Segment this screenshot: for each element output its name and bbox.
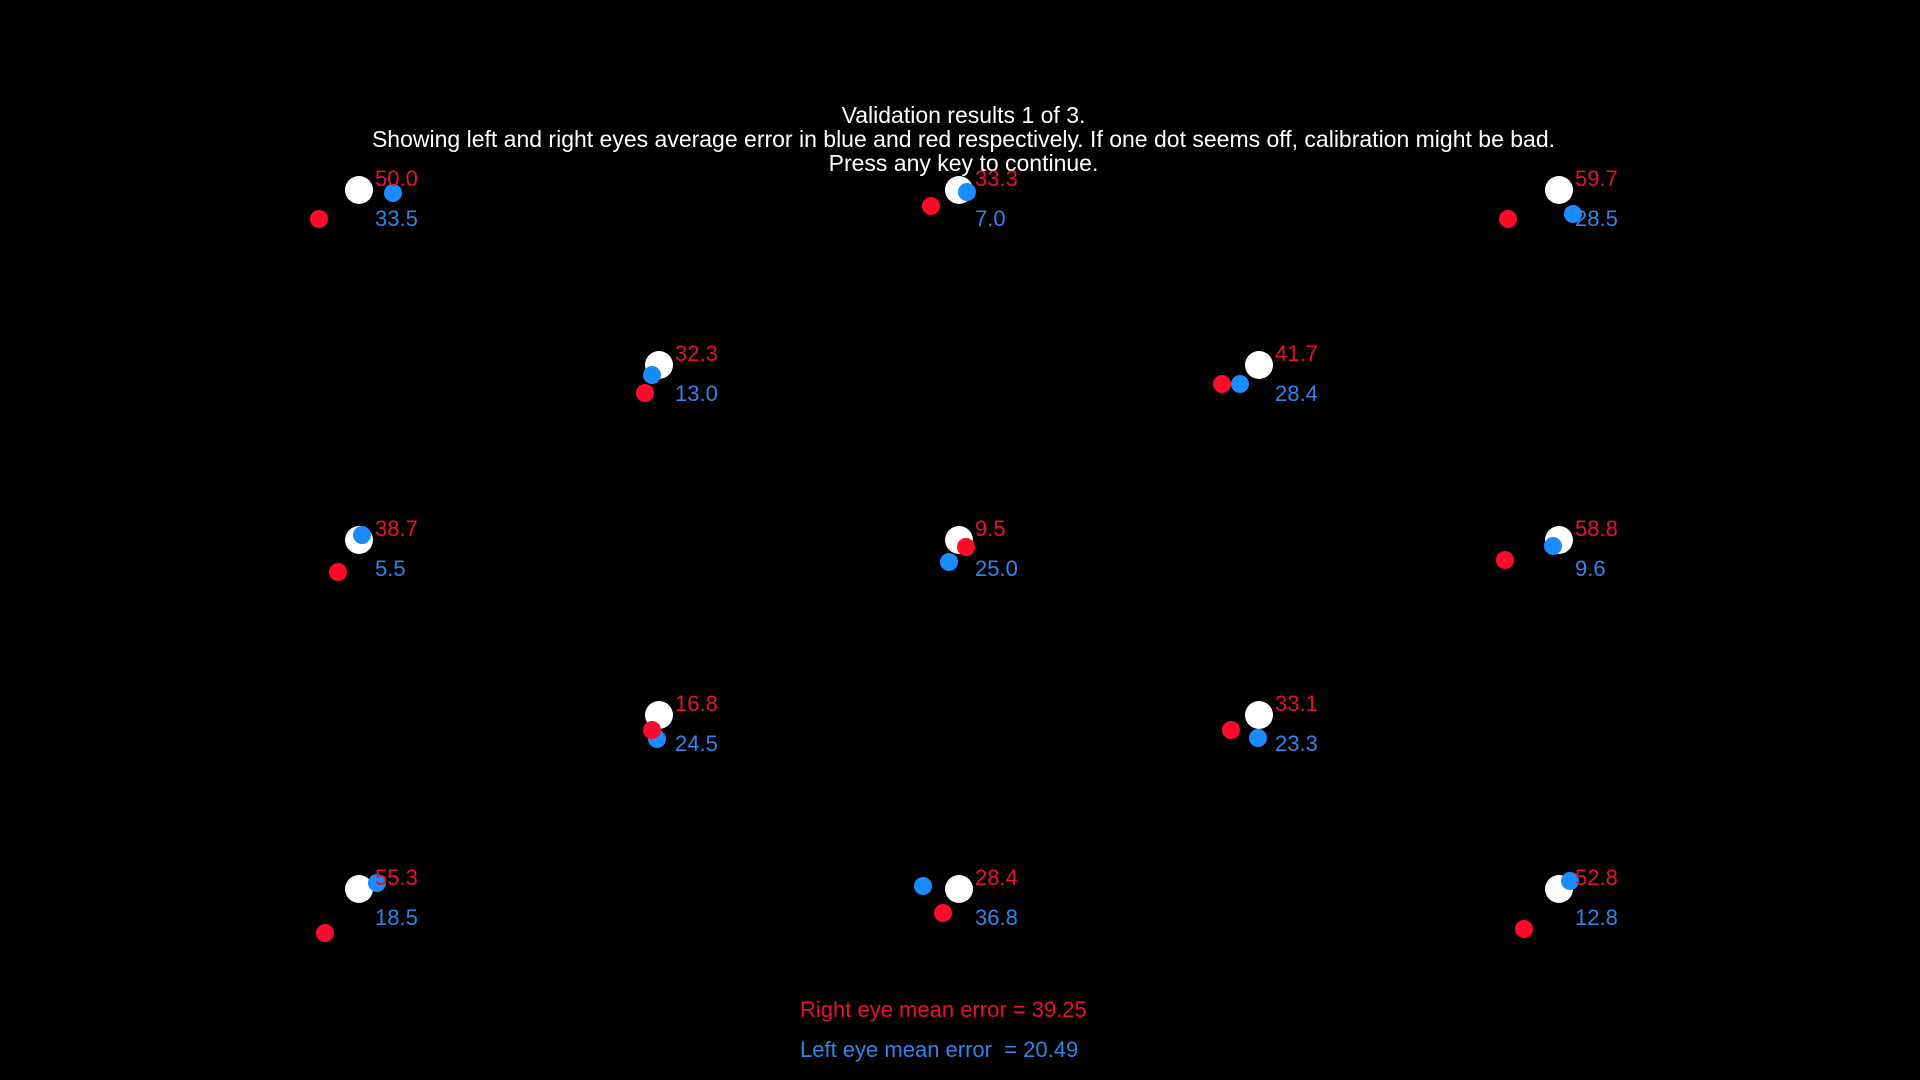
left-eye-gaze-dot bbox=[1249, 729, 1267, 747]
left-eye-gaze-dot bbox=[1544, 537, 1562, 555]
right-eye-error-label: 58.8 bbox=[1575, 516, 1618, 541]
right-eye-error-label: 33.3 bbox=[975, 166, 1018, 191]
right-eye-error-label: 38.7 bbox=[375, 516, 418, 541]
target-point bbox=[1245, 701, 1273, 729]
left-eye-gaze-dot bbox=[958, 183, 976, 201]
right-eye-mean-error: Right eye mean error = 39.25 bbox=[800, 997, 1087, 1022]
description-line: Showing left and right eyes average erro… bbox=[371, 126, 1556, 152]
left-eye-error-label: 33.5 bbox=[375, 206, 418, 231]
left-eye-error-label: 5.5 bbox=[375, 556, 406, 581]
left-eye-gaze-dot bbox=[1231, 375, 1249, 393]
continue-prompt: Press any key to continue. bbox=[828, 150, 1099, 176]
left-eye-gaze-dot bbox=[353, 526, 371, 544]
right-eye-gaze-dot bbox=[922, 197, 940, 215]
right-eye-gaze-dot bbox=[1213, 375, 1231, 393]
right-eye-error-label: 50.0 bbox=[375, 166, 418, 191]
left-eye-error-label: 28.5 bbox=[1575, 206, 1618, 231]
left-eye-error-label: 24.5 bbox=[675, 731, 718, 756]
right-eye-gaze-dot bbox=[636, 384, 654, 402]
target-point bbox=[945, 875, 973, 903]
left-eye-error-label: 13.0 bbox=[675, 381, 718, 406]
right-eye-error-label: 55.3 bbox=[375, 865, 418, 890]
title-line: Validation results 1 of 3. bbox=[841, 102, 1086, 128]
left-eye-error-label: 18.5 bbox=[375, 905, 418, 930]
right-eye-gaze-dot bbox=[934, 904, 952, 922]
right-eye-gaze-dot bbox=[329, 563, 347, 581]
right-eye-error-label: 9.5 bbox=[975, 516, 1006, 541]
right-eye-gaze-dot bbox=[1499, 210, 1517, 228]
validation-screen[interactable]: Validation results 1 of 3. Showing left … bbox=[0, 0, 1920, 1080]
right-eye-gaze-dot bbox=[957, 538, 975, 556]
right-eye-error-label: 33.1 bbox=[1275, 691, 1318, 716]
right-eye-error-label: 16.8 bbox=[675, 691, 718, 716]
right-eye-gaze-dot bbox=[643, 721, 661, 739]
target-point bbox=[1245, 351, 1273, 379]
instructions: Validation results 1 of 3. Showing left … bbox=[0, 103, 1920, 175]
left-eye-mean-error: Left eye mean error = 20.49 bbox=[800, 1037, 1079, 1062]
right-eye-gaze-dot bbox=[1496, 551, 1514, 569]
right-eye-gaze-dot bbox=[310, 210, 328, 228]
left-eye-error-label: 28.4 bbox=[1275, 381, 1318, 406]
right-eye-gaze-dot bbox=[1222, 721, 1240, 739]
left-eye-error-label: 25.0 bbox=[975, 556, 1018, 581]
left-eye-error-label: 9.6 bbox=[1575, 556, 1606, 581]
left-eye-error-label: 12.8 bbox=[1575, 905, 1618, 930]
left-eye-gaze-dot bbox=[940, 553, 958, 571]
right-eye-error-label: 59.7 bbox=[1575, 166, 1618, 191]
right-eye-gaze-dot bbox=[316, 924, 334, 942]
left-eye-gaze-dot bbox=[643, 366, 661, 384]
left-eye-error-label: 36.8 bbox=[975, 905, 1018, 930]
target-point bbox=[345, 176, 373, 204]
right-eye-error-label: 41.7 bbox=[1275, 341, 1318, 366]
right-eye-error-label: 32.3 bbox=[675, 341, 718, 366]
target-point bbox=[1545, 176, 1573, 204]
left-eye-error-label: 23.3 bbox=[1275, 731, 1318, 756]
right-eye-error-label: 52.8 bbox=[1575, 865, 1618, 890]
right-eye-error-label: 28.4 bbox=[975, 865, 1018, 890]
left-eye-error-label: 7.0 bbox=[975, 206, 1006, 231]
left-eye-gaze-dot bbox=[914, 877, 932, 895]
right-eye-gaze-dot bbox=[1515, 920, 1533, 938]
